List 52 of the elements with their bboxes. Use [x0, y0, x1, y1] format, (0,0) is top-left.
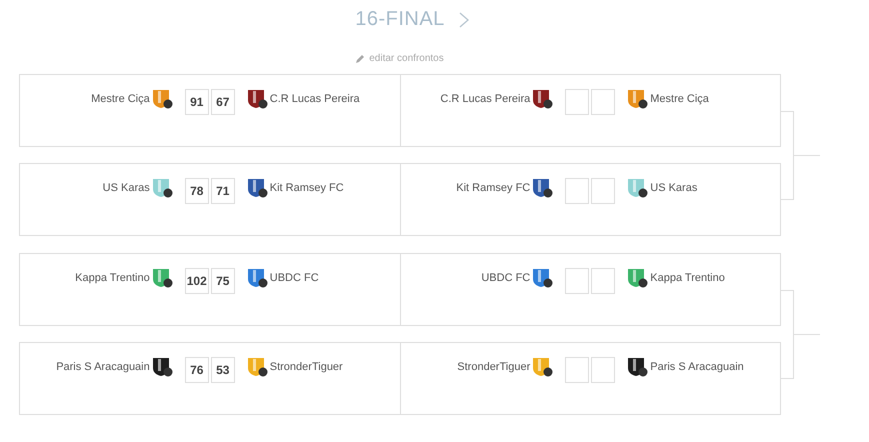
crest-icon [152, 357, 173, 377]
score-field[interactable] [565, 357, 590, 383]
crest-icon [152, 268, 173, 288]
score-field[interactable] [591, 357, 616, 383]
score-field[interactable] [565, 268, 590, 294]
team-name: Kit Ramsey FC [270, 182, 344, 194]
crest-icon [532, 357, 554, 377]
crest-icon [532, 89, 554, 109]
score-cell: 53 [210, 357, 235, 383]
score-field[interactable] [591, 89, 616, 115]
team-name: Kit Ramsey FC [456, 182, 530, 194]
crest-icon [246, 89, 268, 109]
crest-icon [532, 268, 554, 288]
score-cell: 78 [184, 178, 209, 204]
score-cell: 91 [184, 89, 209, 115]
team-name: StronderTiguer [457, 361, 530, 373]
score-field[interactable] [591, 268, 616, 294]
team-name: StronderTiguer [270, 361, 343, 373]
pencil-icon [356, 54, 366, 63]
crest-icon [152, 178, 173, 198]
team-name: US Karas [650, 182, 698, 194]
score-cell: 67 [210, 89, 235, 115]
next-round-icon[interactable] [458, 12, 469, 28]
crest-icon [246, 357, 268, 377]
round-title: 16-FINAL [355, 8, 445, 31]
team-name: Paris S Aracaguain [650, 361, 744, 373]
score-cell: 76 [184, 357, 209, 383]
crest-icon [627, 89, 648, 109]
crest-icon [627, 178, 648, 198]
score-field[interactable] [565, 178, 590, 204]
team-name: US Karas [102, 182, 150, 194]
team-name: Mestre Ciça [650, 93, 709, 105]
score-field[interactable] [591, 178, 616, 204]
score-cell: 75 [210, 268, 235, 294]
team-name: Kappa Trentino [75, 272, 150, 284]
team-name: C.R Lucas Pereira [440, 93, 530, 105]
team-name: UBDC FC [481, 272, 530, 284]
crest-icon [152, 89, 173, 109]
crest-icon [627, 357, 648, 377]
team-name: Mestre Ciça [91, 93, 150, 105]
crest-icon [246, 268, 268, 288]
team-name: C.R Lucas Pereira [270, 93, 360, 105]
score-cell: 71 [210, 178, 235, 204]
crest-icon [532, 178, 554, 198]
edit-link[interactable]: editar confrontos [369, 53, 444, 64]
team-name: Paris S Aracaguain [56, 361, 150, 373]
team-name: Kappa Trentino [650, 272, 725, 284]
crest-icon [246, 178, 268, 198]
score-cell: 102 [184, 268, 209, 294]
team-name: UBDC FC [270, 272, 319, 284]
crest-icon [627, 268, 648, 288]
score-field[interactable] [565, 89, 590, 115]
